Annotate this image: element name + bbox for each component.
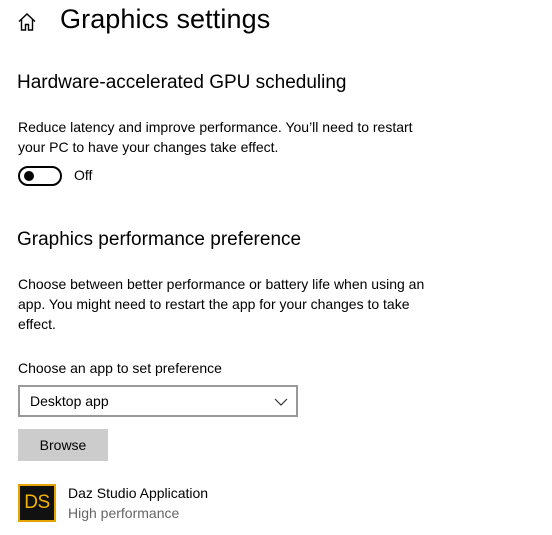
performance-preference-description-line-2: app. You might need to restart the app f… <box>18 296 410 312</box>
browse-button[interactable]: Browse <box>18 429 108 461</box>
performance-preference-description-line-1: Choose between better performance or bat… <box>18 276 425 292</box>
page-header: Graphics settings <box>0 0 552 44</box>
performance-preference-heading: Graphics performance preference <box>17 229 302 250</box>
performance-preference-description: Choose between better performance or bat… <box>18 274 424 334</box>
gpu-scheduling-toggle[interactable] <box>18 166 62 186</box>
app-icon-text: DS <box>24 492 50 513</box>
gpu-scheduling-description-line-1: Reduce latency and improve performance. … <box>18 119 413 135</box>
app-type-dropdown[interactable]: Desktop app <box>18 385 298 417</box>
choose-app-label: Choose an app to set preference <box>18 360 222 376</box>
gpu-scheduling-description: Reduce latency and improve performance. … <box>18 117 413 157</box>
gpu-scheduling-toggle-state: Off <box>74 167 93 183</box>
toggle-knob <box>24 171 34 181</box>
gpu-scheduling-description-line-2: your PC to have your changes take effect… <box>18 139 279 155</box>
daz-studio-icon: DS <box>18 484 56 522</box>
app-name: Daz Studio Application <box>68 485 209 501</box>
page-title: Graphics settings <box>60 4 271 34</box>
app-preference: High performance <box>68 505 180 521</box>
home-icon[interactable] <box>16 11 38 33</box>
chevron-down-icon <box>274 395 288 407</box>
app-type-selected-value: Desktop app <box>30 393 109 409</box>
gpu-scheduling-heading: Hardware-accelerated GPU scheduling <box>17 72 347 93</box>
performance-preference-description-line-3: effect. <box>18 316 56 332</box>
app-list-item[interactable]: DS Daz Studio Application High performan… <box>18 483 418 525</box>
